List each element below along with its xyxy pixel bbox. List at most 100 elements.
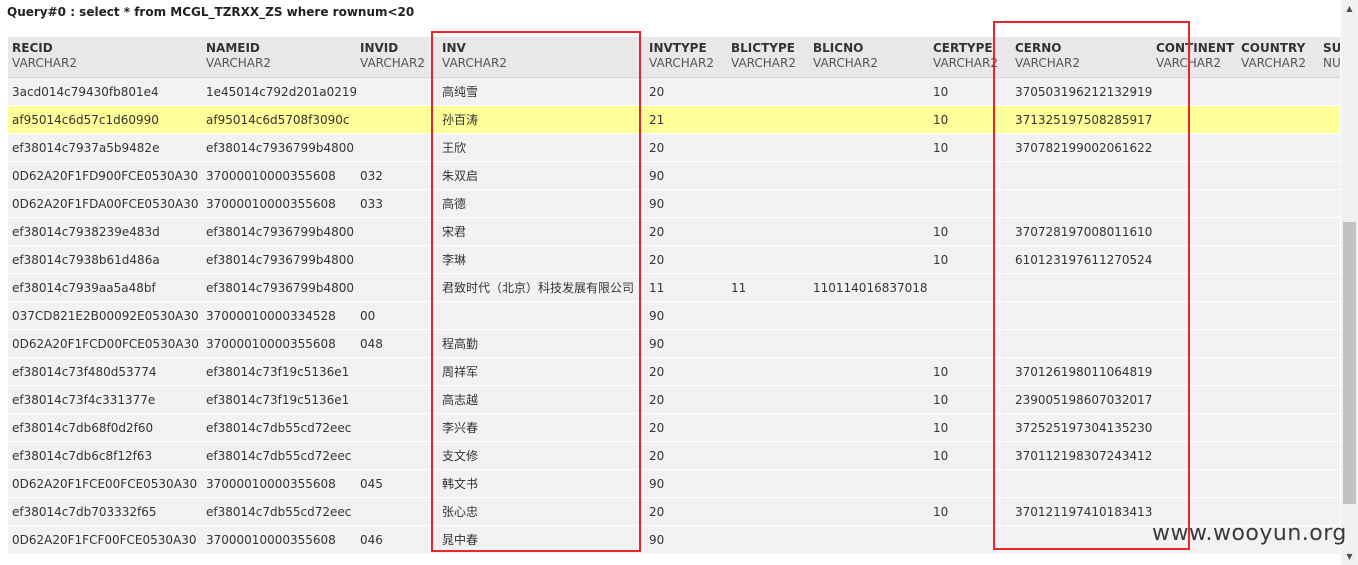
cell-inv[interactable]: 周祥军 (438, 357, 645, 386)
cell-nameid[interactable]: 37000010000355608 (202, 189, 356, 218)
cell-country[interactable] (1237, 105, 1319, 134)
table-row[interactable]: ef38014c7938b61d486a ef38014c7936799b4800… (8, 245, 1340, 274)
cell-recid[interactable]: 0D62A20F1FCF00FCE0530A30 (8, 525, 202, 554)
cell-certype[interactable] (929, 189, 1011, 218)
table-row[interactable]: ef38014c73f4c331377e ef38014c73f19c5136e1… (8, 385, 1340, 414)
column-header-blictype[interactable]: BLICTYPE VARCHAR2 (727, 37, 809, 78)
cell-invid[interactable] (356, 273, 438, 302)
cell-certype[interactable] (929, 469, 1011, 498)
table-row[interactable]: 3acd014c79430fb801e4 1e45014c792d201a0219… (8, 77, 1340, 106)
cell-cerno[interactable] (1011, 161, 1152, 190)
cell-cerno[interactable] (1011, 273, 1152, 302)
cell-invtype[interactable]: 90 (645, 161, 727, 190)
scroll-up-arrow-icon[interactable]: ▲ (1341, 0, 1358, 17)
cell-recid[interactable]: ef38014c7db68f0d2f60 (8, 413, 202, 442)
cell-blicno[interactable] (809, 189, 929, 218)
cell-invid[interactable] (356, 357, 438, 386)
cell-invid[interactable]: 045 (356, 469, 438, 498)
cell-certype[interactable]: 10 (929, 77, 1011, 106)
cell-nameid[interactable]: ef38014c7936799b4800 (202, 133, 356, 162)
table-row[interactable]: ef38014c7db6c8f12f63 ef38014c7db55cd72eec… (8, 441, 1340, 470)
table-row[interactable]: 037CD821E2B00092E0530A30 3700001000033452… (8, 301, 1340, 330)
cell-invtype[interactable]: 20 (645, 357, 727, 386)
cell-recid[interactable]: ef38014c7db703332f65 (8, 497, 202, 526)
column-header-certype[interactable]: CERTYPE VARCHAR2 (929, 37, 1011, 78)
cell-country[interactable] (1237, 245, 1319, 274)
cell-blicno[interactable] (809, 441, 929, 470)
cell-invid[interactable]: 032 (356, 161, 438, 190)
cell-recid[interactable]: ef38014c7939aa5a48bf (8, 273, 202, 302)
cell-blictype[interactable] (727, 161, 809, 190)
column-header-invtype[interactable]: INVTYPE VARCHAR2 (645, 37, 727, 78)
cell-cerno[interactable]: 370503196212132919 (1011, 77, 1152, 106)
cell-cerno[interactable]: 239005198607032017 (1011, 385, 1152, 414)
cell-certype[interactable]: 10 (929, 245, 1011, 274)
cell-blictype[interactable] (727, 469, 809, 498)
cell-su[interactable] (1319, 161, 1340, 190)
cell-blicno[interactable] (809, 161, 929, 190)
cell-country[interactable] (1237, 77, 1319, 106)
cell-blicno[interactable] (809, 497, 929, 526)
cell-cerno[interactable]: 370121197410183413 (1011, 497, 1152, 526)
cell-su[interactable] (1319, 217, 1340, 246)
table-row[interactable]: ef38014c7db703332f65 ef38014c7db55cd72eec… (8, 497, 1340, 526)
column-header-country[interactable]: COUNTRY VARCHAR2 (1237, 37, 1319, 78)
cell-continent[interactable] (1152, 469, 1237, 498)
cell-invtype[interactable]: 20 (645, 77, 727, 106)
cell-country[interactable] (1237, 413, 1319, 442)
cell-cerno[interactable]: 372525197304135230 (1011, 413, 1152, 442)
table-row[interactable]: 0D62A20F1FCE00FCE0530A30 3700001000035560… (8, 469, 1340, 498)
cell-country[interactable] (1237, 357, 1319, 386)
cell-country[interactable] (1237, 161, 1319, 190)
cell-invid[interactable]: 033 (356, 189, 438, 218)
cell-blicno[interactable] (809, 329, 929, 358)
cell-nameid[interactable]: 37000010000355608 (202, 329, 356, 358)
cell-invid[interactable] (356, 413, 438, 442)
cell-invtype[interactable]: 20 (645, 245, 727, 274)
column-header-continent[interactable]: CONTINENT VARCHAR2 (1152, 37, 1237, 78)
cell-su[interactable] (1319, 357, 1340, 386)
cell-continent[interactable] (1152, 245, 1237, 274)
cell-certype[interactable]: 10 (929, 413, 1011, 442)
cell-invtype[interactable]: 90 (645, 301, 727, 330)
cell-blicno[interactable] (809, 525, 929, 554)
cell-blicno[interactable] (809, 245, 929, 274)
table-row[interactable]: 0D62A20F1FD900FCE0530A30 3700001000035560… (8, 161, 1340, 190)
cell-invtype[interactable]: 90 (645, 329, 727, 358)
cell-blictype[interactable] (727, 441, 809, 470)
cell-blictype[interactable] (727, 301, 809, 330)
cell-continent[interactable] (1152, 105, 1237, 134)
column-header-su[interactable]: SU NU (1319, 37, 1340, 78)
cell-certype[interactable] (929, 161, 1011, 190)
cell-blictype[interactable] (727, 217, 809, 246)
cell-cerno[interactable] (1011, 189, 1152, 218)
table-row[interactable]: 0D62A20F1FCF00FCE0530A30 3700001000035560… (8, 525, 1340, 554)
cell-continent[interactable] (1152, 273, 1237, 302)
cell-blictype[interactable] (727, 357, 809, 386)
cell-inv[interactable]: 韩文书 (438, 469, 645, 498)
cell-certype[interactable] (929, 301, 1011, 330)
cell-su[interactable] (1319, 77, 1340, 106)
cell-cerno[interactable] (1011, 301, 1152, 330)
scroll-down-arrow-icon[interactable]: ▼ (1341, 548, 1358, 565)
cell-inv[interactable]: 李琳 (438, 245, 645, 274)
cell-invid[interactable] (356, 245, 438, 274)
cell-nameid[interactable]: ef38014c7db55cd72eec (202, 497, 356, 526)
cell-su[interactable] (1319, 105, 1340, 134)
cell-invid[interactable]: 048 (356, 329, 438, 358)
cell-inv[interactable]: 张心忠 (438, 497, 645, 526)
cell-blicno[interactable] (809, 301, 929, 330)
cell-certype[interactable]: 10 (929, 497, 1011, 526)
cell-certype[interactable]: 10 (929, 385, 1011, 414)
cell-inv[interactable]: 支文修 (438, 441, 645, 470)
cell-blicno[interactable]: 110114016837018 (809, 273, 929, 302)
column-header-invid[interactable]: INVID VARCHAR2 (356, 37, 438, 78)
cell-inv[interactable]: 宋君 (438, 217, 645, 246)
cell-invid[interactable] (356, 105, 438, 134)
cell-recid[interactable]: ef38014c73f4c331377e (8, 385, 202, 414)
column-header-inv[interactable]: INV VARCHAR2 (438, 37, 645, 78)
table-row[interactable]: ef38014c7937a5b9482e ef38014c7936799b4800… (8, 133, 1340, 162)
cell-invtype[interactable]: 90 (645, 189, 727, 218)
result-grid-viewport[interactable]: RECID VARCHAR2 NAMEID VARCHAR2 INVID VARCHAR2… (8, 37, 1340, 565)
cell-cerno[interactable]: 370112198307243412 (1011, 441, 1152, 470)
